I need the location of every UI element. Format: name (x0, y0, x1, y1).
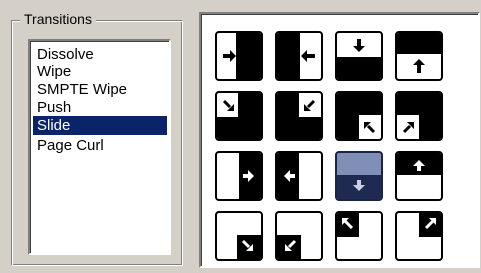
list-item-push[interactable]: Push (33, 98, 167, 117)
out-right-arrow-icon (239, 153, 261, 199)
slide-from-top-left-tile[interactable] (215, 91, 263, 141)
out-top-left-diagonal-icon (337, 213, 359, 237)
slide-from-left-tile[interactable] (215, 31, 263, 81)
from-left-right-arrow-icon (223, 33, 261, 79)
out-top-right-diagonal-icon (419, 213, 441, 237)
list-item-smpte-wipe[interactable]: SMPTE Wipe (33, 80, 167, 99)
from-top-right-diagonal-icon (277, 93, 321, 139)
slide-from-top-tile[interactable] (335, 31, 383, 81)
out-up-arrow-icon (397, 153, 441, 175)
from-top-left-diagonal-icon (217, 93, 261, 139)
slide-out-bottom-right-tile[interactable] (215, 211, 263, 261)
from-bottom-right-diagonal-icon (337, 93, 381, 139)
from-top-down-arrow-icon (337, 39, 381, 79)
slide-out-top-left-tile[interactable] (335, 211, 383, 261)
slide-out-right-tile[interactable] (215, 151, 263, 201)
list-item-wipe[interactable]: Wipe (33, 62, 167, 81)
slide-from-bottom-tile[interactable] (395, 31, 443, 81)
slide-from-bottom-right-tile[interactable] (335, 91, 383, 141)
from-right-left-arrow-icon (277, 33, 315, 79)
slide-out-bottom-left-tile[interactable] (275, 211, 323, 261)
out-bottom-right-diagonal-icon (237, 235, 261, 259)
out-down-arrow-icon (337, 175, 381, 199)
from-bottom-up-arrow-icon (397, 33, 441, 73)
list-item-slide[interactable]: Slide (33, 116, 167, 135)
slide-from-top-right-tile[interactable] (275, 91, 323, 141)
slide-out-down-tile[interactable] (335, 151, 383, 201)
slide-from-right-tile[interactable] (275, 31, 323, 81)
slide-from-bottom-left-tile[interactable] (395, 91, 443, 141)
slide-out-left-tile[interactable] (275, 151, 323, 201)
transitions-group-title: Transitions (20, 11, 96, 27)
out-bottom-left-diagonal-icon (277, 235, 301, 259)
list-item-page-curl[interactable]: Page Curl (33, 136, 167, 155)
slide-out-up-tile[interactable] (395, 151, 443, 201)
slide-out-top-right-tile[interactable] (395, 211, 443, 261)
transitions-listbox[interactable]: Dissolve Wipe SMPTE Wipe Push Slide Page… (28, 39, 171, 255)
out-left-arrow-icon (277, 153, 299, 199)
from-bottom-left-diagonal-icon (397, 93, 441, 139)
